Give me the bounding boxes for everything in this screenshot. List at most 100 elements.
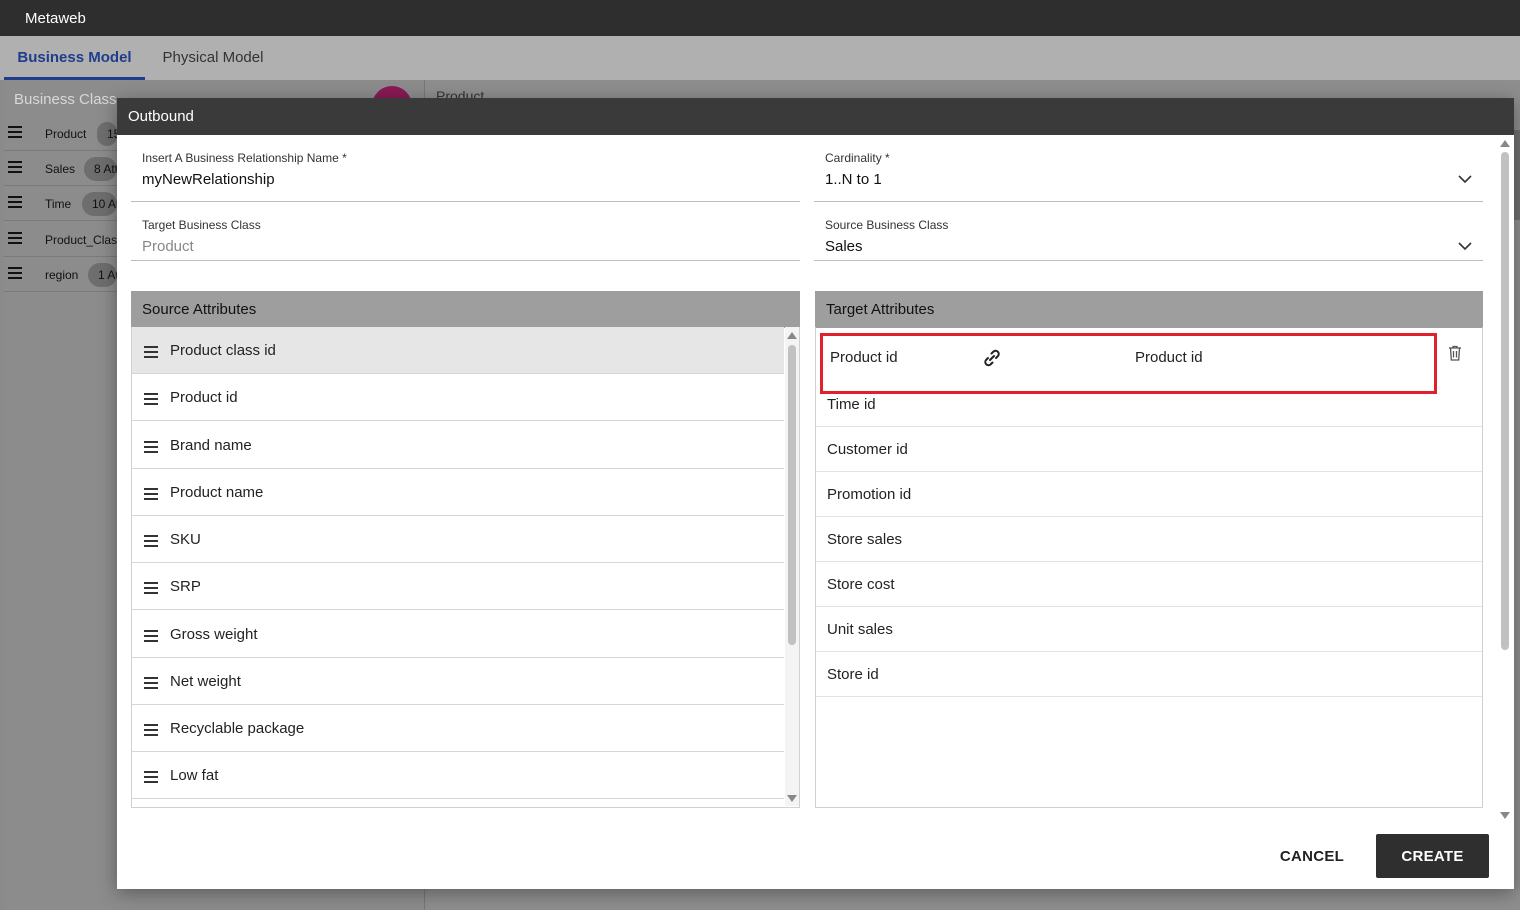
source-attribute-item[interactable]: Product class id — [132, 327, 784, 374]
scrollbar-thumb[interactable] — [788, 345, 796, 645]
target-attribute-item[interactable]: Customer id — [816, 427, 1482, 472]
business-class-row: Sales 8 Att — [4, 151, 117, 186]
cardinality-select[interactable]: Cardinality * 1..N to 1 — [814, 135, 1483, 202]
business-class-label: Product — [45, 127, 87, 141]
source-attribute-item[interactable]: Net weight — [132, 658, 784, 705]
business-class-label: region — [45, 268, 79, 282]
target-attribute-label: Time id — [827, 396, 876, 413]
drag-handle-icon — [8, 232, 22, 247]
chevron-down-icon[interactable] — [1457, 238, 1473, 254]
drag-handle-icon — [8, 161, 22, 176]
source-attribute-item[interactable]: Product id — [132, 374, 784, 421]
app-title: Metaweb — [25, 10, 86, 27]
source-attribute-label: SKU — [170, 531, 201, 548]
drag-handle-icon[interactable] — [144, 771, 158, 786]
source-class-value[interactable]: Sales — [825, 238, 863, 255]
drag-handle-icon — [8, 126, 22, 141]
source-attribute-item[interactable]: Gross weight — [132, 611, 784, 658]
drag-handle-icon — [8, 196, 22, 211]
source-attribute-label: Gross weight — [170, 626, 258, 643]
dialog-title: Outbound — [117, 98, 1514, 135]
target-attribute-label: Store id — [827, 666, 879, 683]
source-attribute-item[interactable]: Product name — [132, 469, 784, 516]
delete-mapping-icon[interactable] — [1448, 345, 1462, 361]
source-attribute-label: Product name — [170, 484, 264, 501]
mapped-source-attribute: Product id — [1135, 349, 1203, 366]
outbound-dialog: Outbound Insert A Business Relationship … — [117, 98, 1514, 889]
target-business-class-field: Target Business Class Product — [131, 202, 800, 261]
scroll-up-arrow-icon[interactable] — [787, 332, 797, 339]
relationship-name-field[interactable]: Insert A Business Relationship Name * my… — [131, 135, 800, 202]
attribute-count-badge: 10 At — [82, 192, 117, 216]
target-attribute-item[interactable]: Store sales — [816, 517, 1482, 562]
target-attribute-label: Promotion id — [827, 486, 912, 503]
business-class-title: Business Class — [14, 91, 117, 108]
source-attribute-label: Brand name — [170, 437, 252, 454]
drag-handle-icon[interactable] — [144, 441, 158, 456]
source-attribute-label: SRP — [170, 578, 201, 595]
drag-handle-icon[interactable] — [144, 630, 158, 645]
business-class-row: Product_Class — [4, 222, 123, 257]
drag-handle-icon[interactable] — [144, 346, 158, 361]
source-list-scrollbar[interactable] — [785, 327, 799, 806]
target-attribute-label: Store cost — [827, 576, 895, 593]
source-attribute-label: Net weight — [170, 673, 241, 690]
relationship-name-input[interactable]: myNewRelationship — [142, 171, 275, 188]
cardinality-label: Cardinality * — [825, 151, 890, 165]
relationship-name-label: Insert A Business Relationship Name * — [142, 151, 347, 165]
source-attribute-label: Low fat — [170, 767, 219, 784]
drag-handle-icon — [8, 267, 22, 282]
app-bar: Metaweb — [0, 0, 1520, 36]
cancel-button[interactable]: CANCEL — [1263, 834, 1361, 878]
model-tabs: Business Model Physical Model — [0, 36, 1520, 80]
drag-handle-icon[interactable] — [144, 677, 158, 692]
drag-handle-icon[interactable] — [144, 535, 158, 550]
target-attribute-item[interactable]: Unit sales — [816, 607, 1482, 652]
drag-handle-icon[interactable] — [144, 724, 158, 739]
target-attribute-item[interactable]: Store id — [816, 652, 1482, 697]
target-attributes-list: Product id Product id Time id Customer i… — [815, 327, 1483, 808]
scroll-down-arrow-icon[interactable] — [1500, 812, 1510, 819]
source-attribute-item[interactable]: Low fat — [132, 752, 784, 799]
drag-handle-icon[interactable] — [144, 393, 158, 408]
source-attribute-item[interactable]: Brand name — [132, 422, 784, 469]
tab-physical-model[interactable]: Physical Model — [148, 36, 278, 80]
target-attribute-item[interactable]: Store cost — [816, 562, 1482, 607]
scroll-down-arrow-icon[interactable] — [787, 795, 797, 802]
source-attribute-item[interactable]: SRP — [132, 563, 784, 610]
attribute-count-badge: 1 At — [88, 263, 117, 287]
chevron-down-icon[interactable] — [1457, 171, 1473, 187]
source-attribute-label: Product class id — [170, 342, 276, 359]
target-class-value: Product — [142, 238, 194, 255]
source-class-label: Source Business Class — [825, 218, 949, 232]
dialog-scrollbar[interactable] — [1498, 138, 1512, 822]
target-attribute-item[interactable]: Promotion id — [816, 472, 1482, 517]
scroll-up-arrow-icon[interactable] — [1500, 140, 1510, 147]
target-attribute-label: Customer id — [827, 441, 908, 458]
drag-handle-icon[interactable] — [144, 582, 158, 597]
attribute-count-badge: 8 Att — [84, 157, 117, 181]
source-attribute-label: Recyclable package — [170, 720, 305, 737]
source-attribute-label: Product id — [170, 389, 238, 406]
tab-business-model[interactable]: Business Model — [4, 36, 145, 80]
business-class-row: Time 10 At — [4, 186, 117, 221]
source-attributes-list: Product class id Product id Brand name P… — [131, 327, 800, 808]
scrollbar-thumb[interactable] — [1501, 152, 1509, 650]
business-class-label: Sales — [45, 162, 76, 176]
business-class-label: Time — [45, 197, 72, 211]
create-button[interactable]: CREATE — [1376, 834, 1489, 878]
attribute-count-badge: 15 — [97, 122, 117, 146]
link-icon — [984, 349, 1000, 367]
source-business-class-select[interactable]: Source Business Class Sales — [814, 202, 1483, 261]
target-attribute-label: Store sales — [827, 531, 903, 548]
source-attribute-item[interactable]: SKU — [132, 516, 784, 563]
business-class-row: region 1 At — [4, 257, 117, 292]
drag-handle-icon[interactable] — [144, 488, 158, 503]
source-attributes-header: Source Attributes — [131, 291, 800, 328]
source-attribute-item[interactable]: Recyclable package — [132, 705, 784, 752]
cardinality-value[interactable]: 1..N to 1 — [825, 171, 882, 188]
target-attribute-item[interactable]: Time id — [816, 382, 1482, 427]
business-class-label: Product_Class — [45, 233, 124, 247]
mapped-target-attribute: Product id — [830, 349, 898, 366]
target-attribute-label: Unit sales — [827, 621, 893, 638]
